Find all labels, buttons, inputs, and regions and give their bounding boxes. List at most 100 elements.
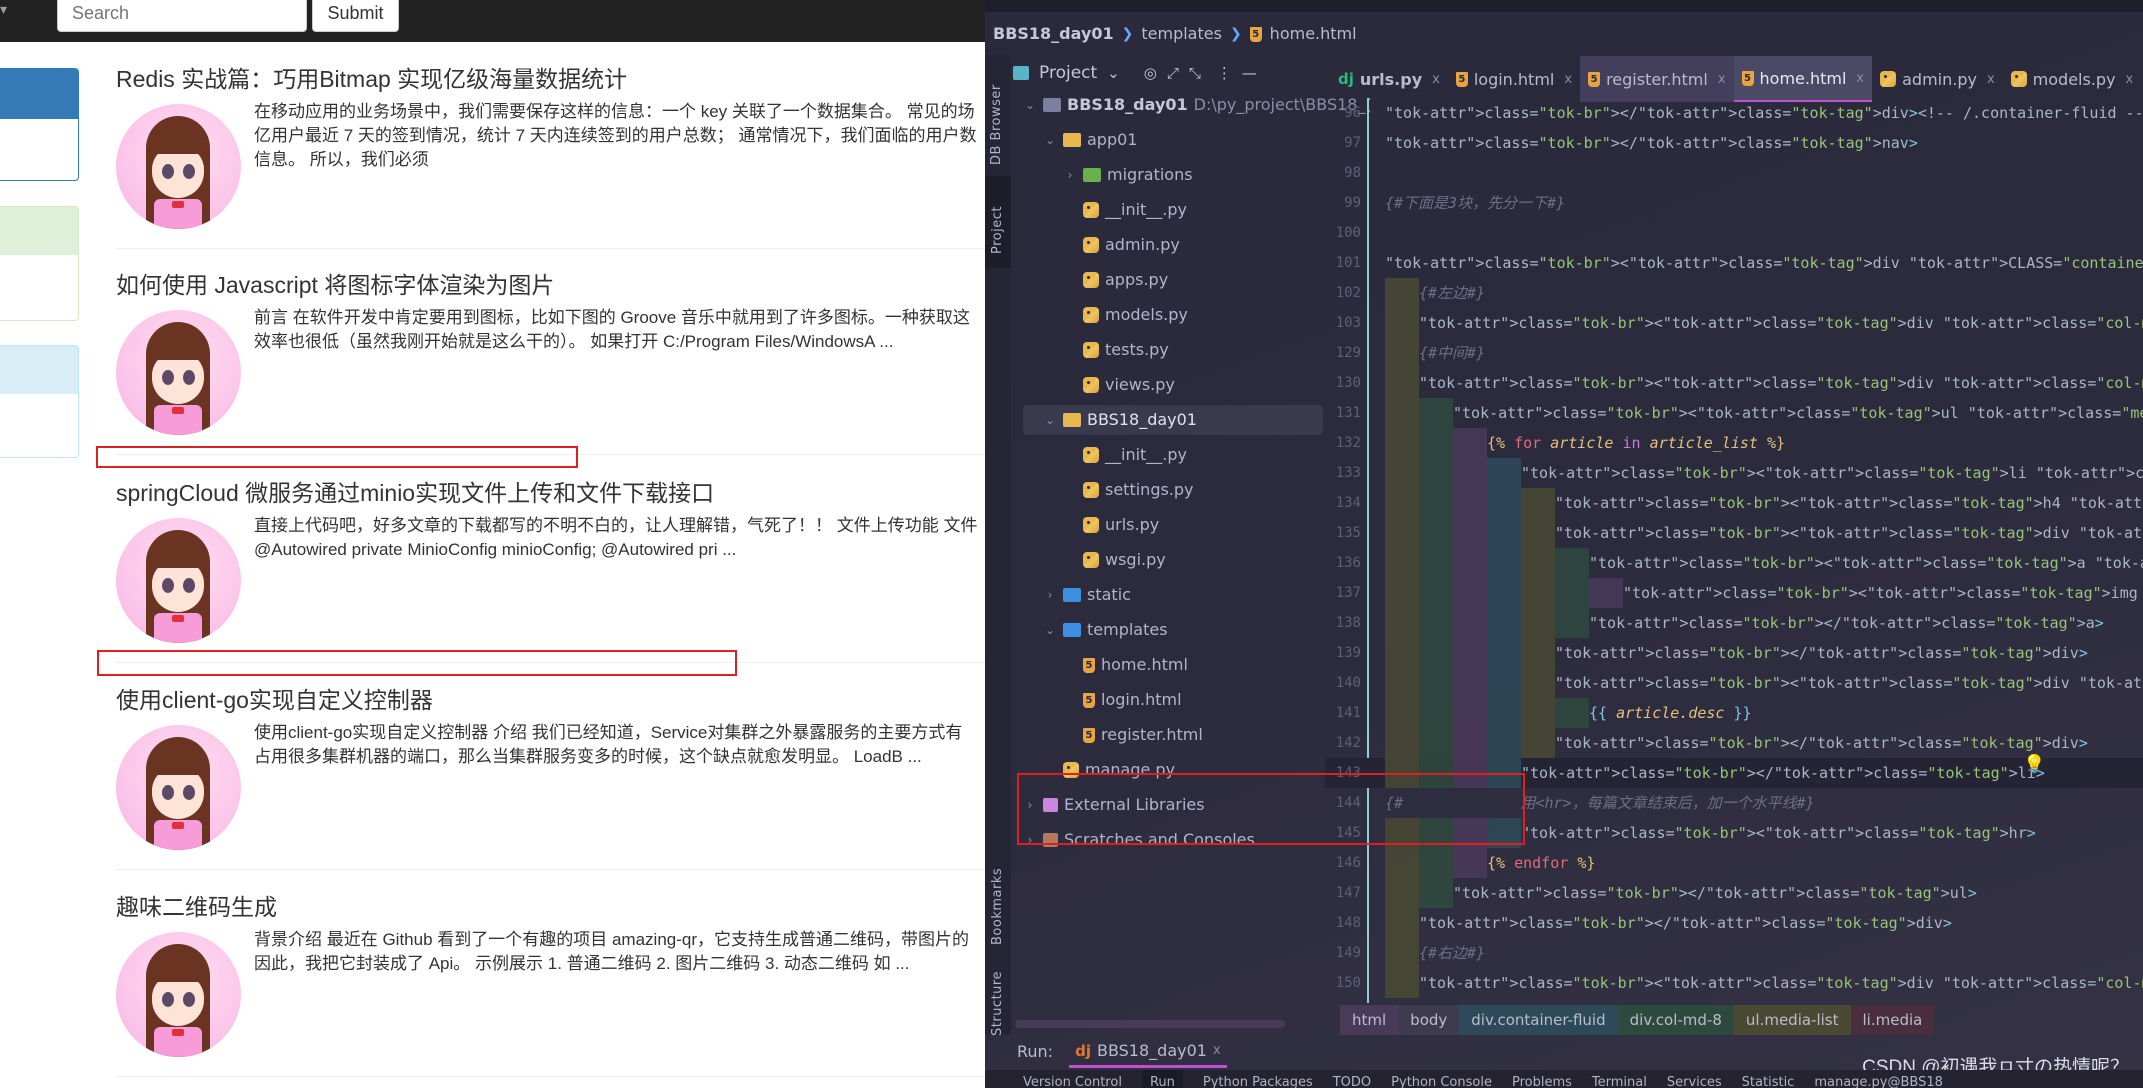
structure-crumb[interactable]: ul.media-list xyxy=(1733,1005,1851,1035)
close-icon[interactable]: x xyxy=(1987,72,1995,87)
structure-crumb[interactable]: li.media xyxy=(1850,1005,1935,1035)
code-line[interactable]: 137 "tok-attr">class="tok-br"><"tok-attr"… xyxy=(1325,578,2143,608)
tree-item[interactable]: __init__.py xyxy=(1063,440,1187,470)
collapse-all-icon[interactable]: ⤡ xyxy=(1189,64,1201,82)
submit-button[interactable]: Submit xyxy=(312,0,399,32)
tree-item[interactable]: ⌄ BBS18_day01 xyxy=(1023,405,1323,435)
tree-item[interactable]: 5 register.html xyxy=(1063,720,1203,750)
chevron-down-icon[interactable]: ⌄ xyxy=(1107,64,1120,82)
structure-crumb[interactable]: div.container-fluid xyxy=(1459,1005,1618,1035)
tree-item[interactable]: 5 home.html xyxy=(1063,650,1188,680)
code-line[interactable]: 130 "tok-attr">class="tok-br"><"tok-attr"… xyxy=(1325,368,2143,398)
code-line[interactable]: 131 "tok-attr">class="tok-br"><"tok-attr"… xyxy=(1325,398,2143,428)
tool-window-statistic[interactable]: Statistic xyxy=(1742,1070,1795,1088)
chevron-down-icon[interactable]: ⌄ xyxy=(1023,90,1037,120)
tab-home-html[interactable]: 5 home.html x xyxy=(1733,56,1873,102)
code-line[interactable]: 141 {{ article.desc }} xyxy=(1325,698,2143,728)
breadcrumb-file[interactable]: home.html xyxy=(1270,22,1357,46)
run-config-tab[interactable]: dj BBS18_day01 x xyxy=(1069,1036,1227,1068)
code-line[interactable]: 102 {#左边#} xyxy=(1325,278,2143,308)
tree-item[interactable]: settings.py xyxy=(1063,475,1194,505)
code-line[interactable]: 96 "tok-attr">class="tok-br"></"tok-attr"… xyxy=(1325,98,2143,128)
code-line[interactable]: 129 {#中间#} xyxy=(1325,338,2143,368)
tool-window-python-console[interactable]: Python Console xyxy=(1391,1070,1492,1088)
tree-item[interactable]: 5 login.html xyxy=(1063,685,1182,715)
code-line[interactable]: 148 "tok-attr">class="tok-br"></"tok-attr… xyxy=(1325,908,2143,938)
tree-item[interactable]: › migrations xyxy=(1063,160,1193,190)
chevron-down-icon[interactable]: ⌄ xyxy=(1043,615,1057,645)
search-input[interactable] xyxy=(57,0,307,32)
article-title[interactable]: 如何使用 Javascript 将图标字体渲染为图片 xyxy=(116,270,985,300)
article-title[interactable]: 趣味二维码生成 xyxy=(116,892,985,922)
code-editor[interactable]: 96 "tok-attr">class="tok-br"></"tok-attr"… xyxy=(1325,98,2143,1003)
code-line[interactable]: 136 "tok-attr">class="tok-br"><"tok-attr"… xyxy=(1325,548,2143,578)
close-icon[interactable]: x xyxy=(1432,72,1440,87)
article-title[interactable]: 使用client-go实现自定义控制器 xyxy=(116,685,985,715)
tree-item[interactable]: __init__.py xyxy=(1063,195,1187,225)
tree-item[interactable]: urls.py xyxy=(1063,510,1159,540)
tree-item[interactable]: wsgi.py xyxy=(1063,545,1166,575)
tab-models-py[interactable]: models.py x xyxy=(2003,56,2142,102)
code-line[interactable]: 97 "tok-attr">class="tok-br"></"tok-attr"… xyxy=(1325,128,2143,158)
avatar-image[interactable] xyxy=(116,104,241,229)
code-line[interactable]: 135 "tok-attr">class="tok-br"><"tok-attr"… xyxy=(1325,518,2143,548)
bookmarks-tool-button[interactable]: Bookmarks xyxy=(990,868,1005,945)
structure-tool-button[interactable]: Structure xyxy=(990,971,1005,1036)
structure-crumb[interactable]: div.col-md-8 xyxy=(1617,1005,1734,1035)
code-line[interactable]: 98 xyxy=(1325,158,2143,188)
code-line[interactable]: 100 xyxy=(1325,218,2143,248)
chevron-right-icon[interactable]: › xyxy=(1063,160,1077,190)
close-icon[interactable]: x xyxy=(1718,72,1726,87)
avatar-image[interactable] xyxy=(116,310,241,435)
tab-admin-py[interactable]: admin.py x xyxy=(1872,56,2003,102)
avatar-image[interactable] xyxy=(116,932,241,1057)
tree-item[interactable]: › static xyxy=(1043,580,1131,610)
project-tool-button-active[interactable]: Project xyxy=(985,176,1011,268)
avatar-image[interactable] xyxy=(116,725,241,850)
tree-item[interactable]: models.py xyxy=(1063,300,1188,330)
article-title[interactable]: Redis 实战篇：巧用Bitmap 实现亿级海量数据统计 xyxy=(116,64,985,94)
article-title[interactable]: springCloud 微服务通过minio实现文件上传和文件下载接口 xyxy=(116,478,985,508)
tree-item[interactable]: ⌄ templates xyxy=(1043,615,1168,645)
code-line[interactable]: 142 "tok-attr">class="tok-br"></"tok-attr… xyxy=(1325,728,2143,758)
chevron-right-icon[interactable]: › xyxy=(1043,580,1057,610)
tree-item[interactable]: ⌄ BBS18_day01 D:\py_project\BBS18_( xyxy=(1023,90,1372,120)
more-options-icon[interactable]: ⋮ xyxy=(1217,64,1232,82)
tab-login-html[interactable]: 5 login.html x xyxy=(1448,56,1580,102)
db-browser-tool-button[interactable]: DB Browser xyxy=(989,84,1004,165)
lightbulb-icon[interactable]: 💡 xyxy=(2023,754,2045,775)
structure-crumb[interactable]: html xyxy=(1340,1005,1399,1035)
chevron-down-icon[interactable]: ⌄ xyxy=(1043,125,1057,155)
close-icon[interactable]: x xyxy=(1564,72,1572,87)
project-view-selector[interactable]: Project xyxy=(1039,63,1097,83)
locate-target-icon[interactable]: ◎ xyxy=(1144,64,1157,82)
tool-window-manage-py-bbs18[interactable]: manage.py@BBS18 xyxy=(1814,1070,1943,1088)
tool-window-services[interactable]: Services xyxy=(1667,1070,1722,1088)
code-line[interactable]: 133 "tok-attr">class="tok-br"><"tok-attr"… xyxy=(1325,458,2143,488)
close-icon[interactable]: x xyxy=(2126,72,2134,87)
close-icon[interactable]: x xyxy=(1856,71,1864,86)
tree-item[interactable]: apps.py xyxy=(1063,265,1168,295)
expand-all-icon[interactable]: ⤢ xyxy=(1167,64,1179,82)
dropdown-caret-icon[interactable]: ▾ xyxy=(0,0,7,18)
tool-window-todo[interactable]: TODO xyxy=(1333,1070,1371,1088)
code-line[interactable]: 147 "tok-attr">class="tok-br"></"tok-attr… xyxy=(1325,878,2143,908)
breadcrumb-project[interactable]: BBS18_day01 xyxy=(993,22,1114,46)
tool-window-problems[interactable]: Problems xyxy=(1512,1070,1572,1088)
code-line[interactable]: 139 "tok-attr">class="tok-br"></"tok-attr… xyxy=(1325,638,2143,668)
avatar-image[interactable] xyxy=(116,518,241,643)
structure-crumb[interactable]: body xyxy=(1398,1005,1460,1035)
code-line[interactable]: 132 {% for article in article_list %} xyxy=(1325,428,2143,458)
tool-window-run[interactable]: Run xyxy=(1141,1070,1183,1088)
code-line[interactable]: 101 "tok-attr">class="tok-br"><"tok-attr"… xyxy=(1325,248,2143,278)
tool-window-terminal[interactable]: Terminal xyxy=(1592,1070,1647,1088)
tree-item[interactable]: tests.py xyxy=(1063,335,1169,365)
hide-panel-icon[interactable]: — xyxy=(1242,64,1257,82)
code-line[interactable]: 99 {#下面是3块，先分一下#} xyxy=(1325,188,2143,218)
code-line[interactable]: 150 "tok-attr">class="tok-br"><"tok-attr"… xyxy=(1325,968,2143,998)
tree-item[interactable]: views.py xyxy=(1063,370,1175,400)
tree-item[interactable]: admin.py xyxy=(1063,230,1180,260)
tool-window-version-control[interactable]: Version Control xyxy=(1023,1070,1122,1088)
tree-item[interactable]: ⌄ app01 xyxy=(1043,125,1138,155)
code-line[interactable]: 103 "tok-attr">class="tok-br"><"tok-attr"… xyxy=(1325,308,2143,338)
